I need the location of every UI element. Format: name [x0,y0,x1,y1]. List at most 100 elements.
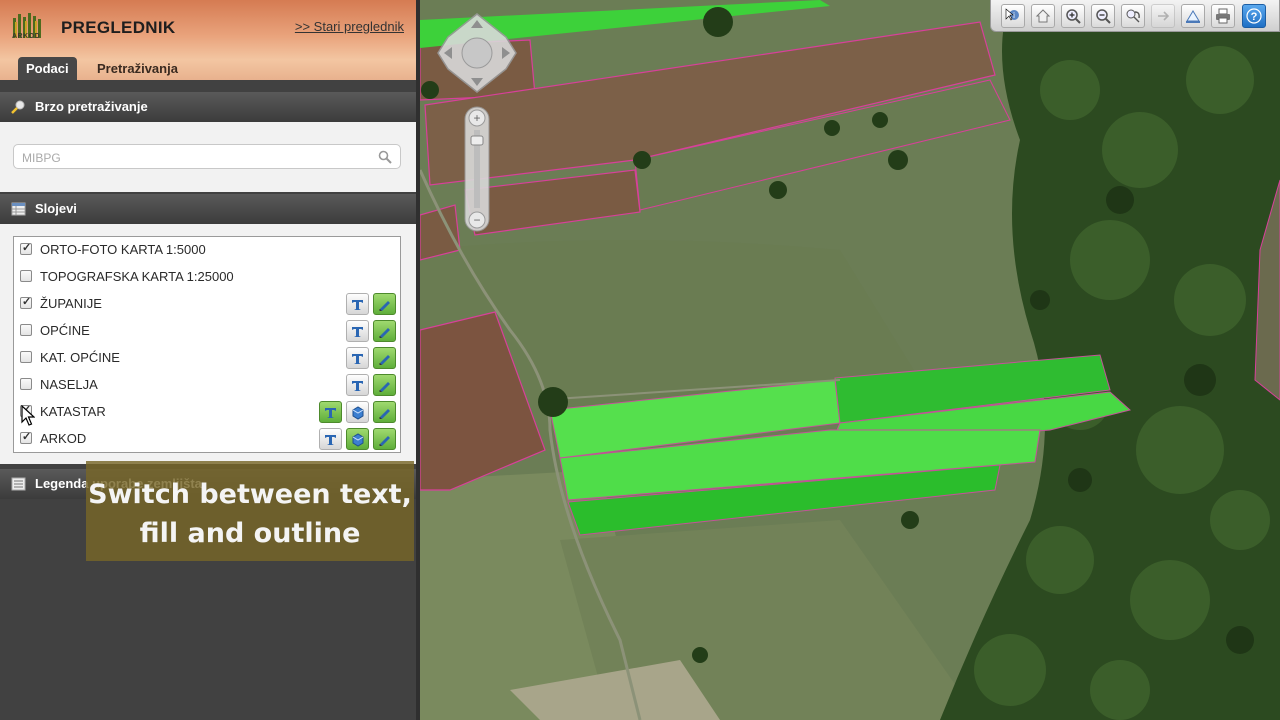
print-icon [1216,8,1230,24]
svg-text:+: + [473,111,480,125]
layer-row: ✓ ŽUPANIJE [14,291,400,318]
pan-back-button[interactable] [1121,4,1145,28]
search-box [13,144,401,169]
layer-checkbox[interactable] [20,351,32,363]
left-panel: ARKOD PREGLEDNIK >> Stari preglednik Pod… [0,0,416,720]
text-style-icon [352,327,363,337]
layers-title: Slojevi [35,201,77,216]
layers-list: ✓ ORTO-FOTO KARTA 1:5000 TOPOGRAFSKA KARTA… [13,236,401,453]
layer-outline-toggle-button[interactable] [373,374,396,396]
print-button[interactable] [1211,4,1235,28]
fill-style-icon [352,406,364,420]
layer-text-toggle-button[interactable] [319,428,342,450]
layer-row: OPĆINE [14,318,400,345]
logo-text: ARKOD [12,33,41,40]
layer-outline-toggle-button[interactable] [373,347,396,369]
layer-row: ✓ ORTO-FOTO KARTA 1:5000 [14,237,400,264]
search-input[interactable] [20,147,364,168]
app-title: PREGLEDNIK [61,18,176,37]
home-icon [1035,9,1051,23]
map-toolbar: i ? [990,0,1280,32]
layers-table-icon [11,202,26,216]
layer-checkbox[interactable] [20,378,32,390]
orthophoto-map[interactable] [420,0,1280,720]
layer-outline-toggle-button[interactable] [373,293,396,315]
layer-text-toggle-button[interactable] [346,374,369,396]
text-style-icon [352,354,363,364]
mouse-cursor-icon [21,405,35,426]
zoom-in-icon [1066,9,1081,24]
layer-outline-toggle-button[interactable] [373,428,396,450]
pan-back-icon [1126,9,1140,23]
layer-row: NASELJA [14,372,400,399]
layer-label: KATASTAR [40,404,106,419]
map-view[interactable]: + − i ? [420,0,1280,720]
zoom-out-icon [1096,9,1111,24]
layer-checkbox[interactable]: ✓ [20,296,32,309]
outline-style-icon [379,409,390,419]
outline-style-icon [379,436,390,446]
layer-row: ✓ ARKOD [14,426,400,453]
layer-checkbox[interactable] [20,270,32,282]
layer-label: TOPOGRAFSKA KARTA 1:25000 [40,269,234,284]
layer-fill-toggle-button[interactable] [346,401,369,423]
pan-forward-button[interactable] [1151,4,1175,28]
layer-label: ARKOD [40,431,87,446]
quick-search-area [0,122,416,192]
old-viewer-link[interactable]: >> Stari preglednik [295,19,404,34]
layer-text-toggle-button[interactable] [346,293,369,315]
text-style-icon [325,408,336,418]
layer-label: OPĆINE [40,323,90,338]
outline-style-icon [379,382,390,392]
layers-header[interactable]: Slojevi [0,194,416,224]
layer-checkbox[interactable]: ✓ [20,242,32,255]
magnifier-icon [11,100,25,114]
tab-pretrazivanja[interactable]: Pretraživanja [89,57,186,80]
checkmark-icon: ✓ [22,296,32,308]
quick-search-header[interactable]: Brzo pretraživanje [0,92,416,122]
checkmark-icon: ✓ [22,242,32,254]
help-button[interactable]: ? [1242,4,1266,28]
tutorial-caption-text: Switch between text, fill and outline [88,479,412,549]
text-style-icon [352,381,363,391]
layer-outline-toggle-button[interactable] [373,320,396,342]
layer-fill-toggle-button[interactable] [346,428,369,450]
zoom-slider[interactable]: + − [464,106,490,232]
identify-icon: i [1005,8,1019,21]
layer-row: TOPOGRAFSKA KARTA 1:25000 [14,264,400,291]
layer-label: ŽUPANIJE [40,296,102,311]
layer-checkbox[interactable]: ✓ [20,431,32,444]
layer-outline-toggle-button[interactable] [373,401,396,423]
layer-row: ✓KATASTAR [14,399,400,426]
layer-label: KAT. OPĆINE [40,350,120,365]
layer-text-toggle-button[interactable] [346,347,369,369]
checkmark-icon: ✓ [22,431,32,443]
zoom-out-button[interactable] [1091,4,1115,28]
tab-podaci[interactable]: Podaci [18,57,77,80]
pan-control[interactable] [436,12,518,94]
tutorial-caption: Switch between text, fill and outline [86,461,414,561]
outline-style-icon [379,301,390,311]
zoom-in-button[interactable] [1061,4,1085,28]
measure-button[interactable] [1181,4,1205,28]
fill-style-icon [352,433,364,447]
help-icon: ? [1246,8,1262,24]
outline-style-icon [379,355,390,365]
layer-text-toggle-button[interactable] [346,320,369,342]
svg-text:?: ? [1251,11,1258,23]
layer-checkbox[interactable] [20,324,32,336]
search-icon[interactable] [378,150,392,164]
measure-icon [1186,10,1200,23]
home-button[interactable] [1031,4,1055,28]
identify-button[interactable]: i [1001,4,1025,28]
text-style-icon [325,435,336,445]
quick-search-title: Brzo pretraživanje [35,99,148,114]
text-style-icon [352,300,363,310]
layer-label: ORTO-FOTO KARTA 1:5000 [40,242,206,257]
layer-row: KAT. OPĆINE [14,345,400,372]
layer-text-toggle-button[interactable] [319,401,342,423]
legend-list-icon [11,477,26,491]
svg-text:i: i [1013,11,1015,20]
outline-style-icon [379,328,390,338]
pan-forward-icon [1158,11,1170,21]
